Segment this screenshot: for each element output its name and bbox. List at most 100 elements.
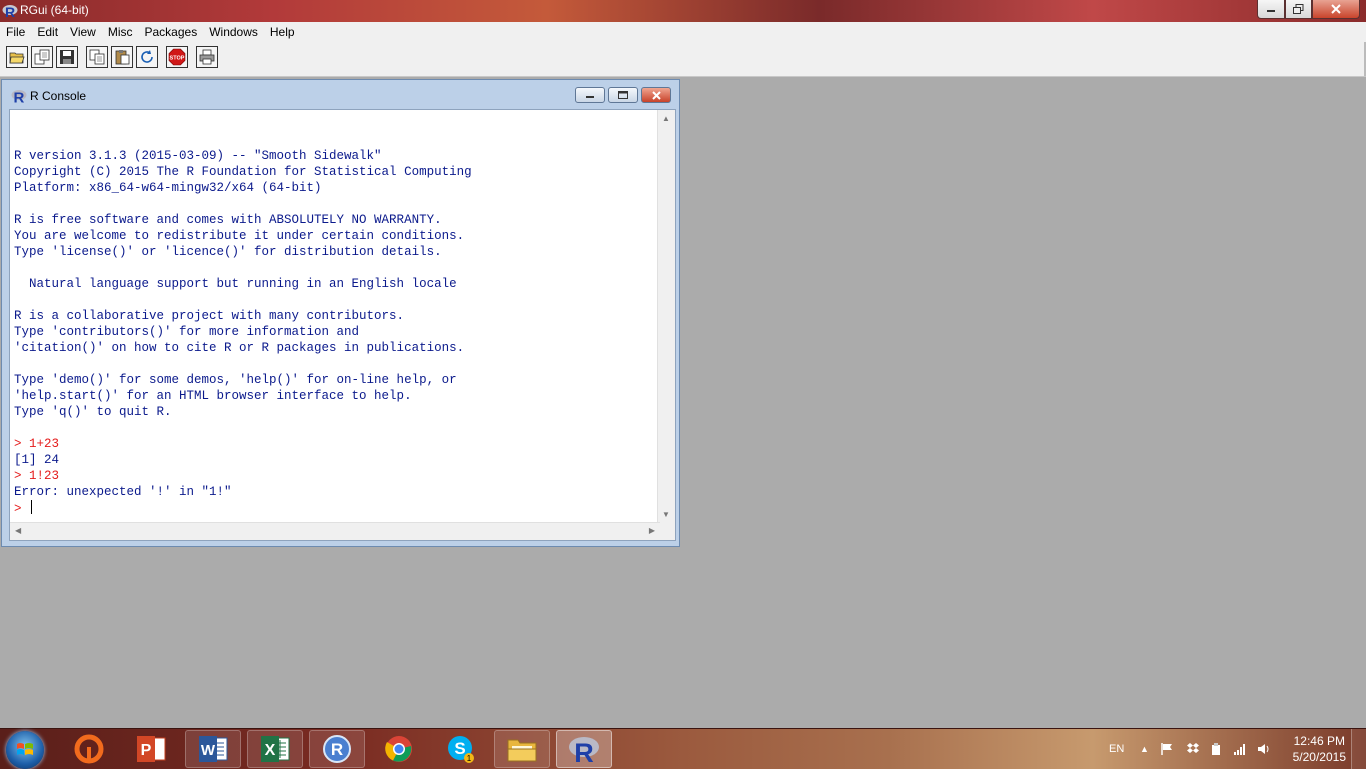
console-output: R version 3.1.3 (2015-03-09) -- "Smooth … bbox=[14, 132, 472, 517]
windows-logo-icon bbox=[17, 743, 33, 755]
stop-icon: STOP bbox=[168, 48, 186, 66]
powerpoint-icon: P bbox=[137, 736, 166, 762]
taskbar-excel[interactable]: X bbox=[247, 730, 303, 768]
scroll-up-icon[interactable]: ▲ bbox=[662, 114, 670, 123]
taskbar-origin[interactable] bbox=[61, 730, 117, 768]
copy-paste-button[interactable] bbox=[136, 46, 158, 68]
console-output-line: R version 3.1.3 (2015-03-09) -- "Smooth … bbox=[14, 149, 382, 163]
save-button[interactable] bbox=[56, 46, 78, 68]
taskbar: P W X R S 1 R EN ▲ 12:46 PM 5/20/2015 bbox=[0, 728, 1366, 769]
close-icon bbox=[1331, 4, 1341, 14]
console-output-line: R is free software and comes with ABSOLU… bbox=[14, 213, 442, 227]
taskbar-chrome[interactable] bbox=[371, 730, 427, 768]
svg-text:STOP: STOP bbox=[170, 56, 185, 62]
console-text-area[interactable]: R version 3.1.3 (2015-03-09) -- "Smooth … bbox=[9, 109, 676, 541]
console-prompt[interactable]: > bbox=[14, 502, 29, 516]
main-title-bar[interactable]: R RGui (64-bit) bbox=[0, 0, 1366, 22]
menu-misc[interactable]: Misc bbox=[102, 25, 139, 39]
console-output-line: Type 'contributors()' for more informati… bbox=[14, 325, 360, 339]
menu-edit[interactable]: Edit bbox=[31, 25, 64, 39]
toolbar: STOP bbox=[0, 42, 1366, 77]
taskbar-skype[interactable]: S 1 bbox=[433, 730, 489, 768]
r-console-window[interactable]: R R Console R version 3.1.3 (2015-03-09)… bbox=[1, 79, 680, 547]
menu-file[interactable]: File bbox=[0, 25, 31, 39]
console-output-line: Copyright (C) 2015 The R Foundation for … bbox=[14, 165, 472, 179]
menu-windows[interactable]: Windows bbox=[203, 25, 264, 39]
taskbar-r[interactable]: R bbox=[309, 730, 365, 768]
show-desktop-button[interactable] bbox=[1351, 729, 1366, 769]
console-minimize-button[interactable] bbox=[575, 87, 605, 103]
console-output-line: You are welcome to redistribute it under… bbox=[14, 229, 465, 243]
copy-icon bbox=[89, 49, 105, 65]
console-output-line: Type 'q()' to quit R. bbox=[14, 405, 172, 419]
console-output-line: Platform: x86_64-w64-mingw32/x64 (64-bit… bbox=[14, 181, 322, 195]
show-hidden-icons-icon[interactable]: ▲ bbox=[1140, 729, 1149, 769]
console-output-line: [1] 24 bbox=[14, 453, 60, 467]
console-command-line: > 1+23 bbox=[14, 437, 60, 451]
language-indicator[interactable]: EN bbox=[1109, 729, 1124, 769]
console-output-line: Error: unexpected '!' in "1!" bbox=[14, 485, 232, 499]
console-output-line: 'help.start()' for an HTML browser inter… bbox=[14, 389, 412, 403]
origin-icon bbox=[74, 734, 104, 764]
console-output-line: Type 'license()' or 'licence()' for dist… bbox=[14, 245, 442, 259]
taskbar-word[interactable]: W bbox=[185, 730, 241, 768]
start-button[interactable] bbox=[6, 731, 44, 769]
volume-icon[interactable] bbox=[1257, 729, 1271, 769]
console-maximize-button[interactable] bbox=[608, 87, 638, 103]
horizontal-scrollbar[interactable]: ◀ ▶ bbox=[10, 522, 660, 540]
safely-remove-icon[interactable] bbox=[1209, 729, 1223, 769]
svg-text:1: 1 bbox=[467, 754, 472, 763]
scroll-down-icon[interactable]: ▼ bbox=[662, 510, 670, 519]
minimize-icon bbox=[1267, 10, 1275, 12]
network-signal-icon[interactable] bbox=[1233, 729, 1247, 769]
svg-text:X: X bbox=[265, 742, 276, 759]
svg-text:R: R bbox=[574, 738, 594, 764]
load-workspace-icon bbox=[34, 49, 50, 65]
explorer-icon bbox=[507, 739, 537, 762]
taskbar-powerpoint[interactable]: P bbox=[123, 730, 179, 768]
scroll-right-icon[interactable]: ▶ bbox=[649, 526, 655, 535]
svg-text:S: S bbox=[454, 739, 465, 758]
console-close-button[interactable] bbox=[641, 87, 671, 103]
clock-date: 5/20/2015 bbox=[1292, 750, 1346, 764]
menu-view[interactable]: View bbox=[64, 25, 102, 39]
taskbar-explorer[interactable] bbox=[494, 730, 550, 768]
r-logo-icon: R bbox=[2, 4, 18, 19]
system-clock[interactable]: 12:46 PM 5/20/2015 bbox=[1293, 733, 1346, 765]
paste-icon bbox=[115, 50, 130, 65]
stop-button[interactable]: STOP bbox=[166, 46, 188, 68]
window-title: RGui (64-bit) bbox=[20, 3, 89, 17]
copy-paste-icon bbox=[141, 50, 153, 63]
restore-icon bbox=[1293, 4, 1304, 14]
paste-button[interactable] bbox=[111, 46, 133, 68]
close-button[interactable] bbox=[1312, 0, 1360, 19]
minimize-icon bbox=[586, 96, 594, 98]
print-icon bbox=[199, 49, 215, 65]
r-icon: R bbox=[323, 735, 351, 763]
svg-text:W: W bbox=[201, 742, 216, 759]
dropbox-icon[interactable] bbox=[1186, 729, 1200, 769]
taskbar-rgui[interactable]: R bbox=[556, 730, 612, 768]
clock-time: 12:46 PM bbox=[1293, 734, 1345, 748]
svg-text:P: P bbox=[141, 742, 152, 759]
open-script-button[interactable] bbox=[6, 46, 28, 68]
svg-text:R: R bbox=[5, 4, 15, 19]
action-center-icon[interactable] bbox=[1160, 729, 1174, 769]
close-icon bbox=[651, 90, 661, 100]
load-workspace-button[interactable] bbox=[31, 46, 53, 68]
console-output-line: R is a collaborative project with many c… bbox=[14, 309, 405, 323]
restore-button[interactable] bbox=[1285, 0, 1312, 19]
minimize-button[interactable] bbox=[1257, 0, 1285, 19]
text-cursor bbox=[31, 500, 33, 514]
menu-packages[interactable]: Packages bbox=[139, 25, 204, 39]
print-button[interactable] bbox=[196, 46, 218, 68]
scroll-left-icon[interactable]: ◀ bbox=[15, 526, 21, 535]
chrome-icon bbox=[385, 736, 412, 762]
rgui-icon: R bbox=[569, 737, 599, 764]
copy-button[interactable] bbox=[86, 46, 108, 68]
skype-icon: S 1 bbox=[448, 736, 474, 763]
menu-bar: File Edit View Misc Packages Windows Hel… bbox=[0, 22, 1366, 42]
console-title-bar[interactable]: R R Console bbox=[2, 80, 679, 110]
vertical-scrollbar[interactable]: ▲ ▼ bbox=[657, 110, 675, 523]
menu-help[interactable]: Help bbox=[264, 25, 301, 39]
